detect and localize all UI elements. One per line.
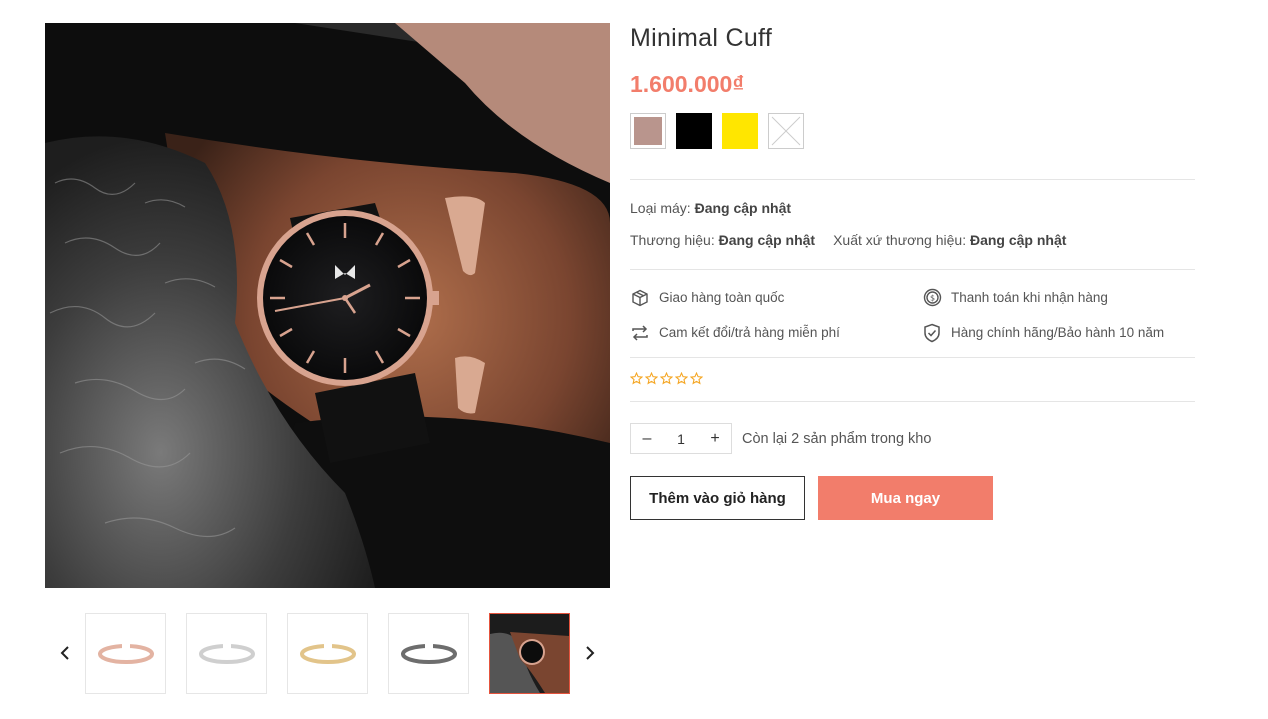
movement-value: Đang cập nhật xyxy=(694,200,792,216)
origin-info: Xuất xứ thương hiệu: Đang cập nhật xyxy=(833,230,1066,250)
policy-label: Hàng chính hãng/Bảo hành 10 năm xyxy=(951,325,1165,340)
thumbnail-silver-cuff[interactable] xyxy=(186,613,267,694)
divider xyxy=(630,357,1195,358)
product-title: Minimal Cuff xyxy=(630,24,773,52)
star-empty-icon xyxy=(675,372,688,385)
movement-info: Loại máy: Đang cập nhật xyxy=(630,198,1195,218)
divider xyxy=(630,269,1195,270)
quantity-stepper: – + xyxy=(630,423,732,454)
quantity-increase-button[interactable]: + xyxy=(699,424,731,453)
thumbnail-rose-gold-cuff[interactable] xyxy=(85,613,166,694)
quantity-decrease-button[interactable]: – xyxy=(631,424,663,453)
quantity-input[interactable] xyxy=(663,424,699,453)
product-price: 1.600.000₫ xyxy=(630,71,745,97)
box-icon xyxy=(630,288,650,308)
thumbnail-wrist-watch[interactable] xyxy=(489,613,570,694)
policy-label: Giao hàng toàn quốc xyxy=(659,290,785,305)
policy-list: Giao hàng toàn quốc $ Thanh toán khi nhậ… xyxy=(630,287,1195,343)
policy-cod: $ Thanh toán khi nhận hàng xyxy=(922,287,1192,308)
divider xyxy=(630,401,1195,402)
wrist-watch-thumb-image xyxy=(490,614,569,693)
quantity-row: – + Còn lại 2 sản phẩm trong kho xyxy=(630,423,1195,454)
policy-shipping: Giao hàng toàn quốc xyxy=(630,287,922,308)
brand-info: Thương hiệu: Đang cập nhật xyxy=(630,230,815,250)
movement-label: Loại máy: xyxy=(630,200,691,216)
star-empty-icon xyxy=(660,372,673,385)
unavailable-cross-icon xyxy=(771,116,801,146)
swatch-black[interactable] xyxy=(676,113,712,149)
svg-text:$: $ xyxy=(929,294,934,303)
coin-icon: $ xyxy=(922,288,942,308)
origin-label: Xuất xứ thương hiệu: xyxy=(833,232,967,248)
thumbnail-gunmetal-cuff[interactable] xyxy=(388,613,469,694)
brand-origin-info: Thương hiệu: Đang cập nhật Xuất xứ thươn… xyxy=(630,230,1195,250)
swatch-yellow[interactable] xyxy=(722,113,758,149)
buy-now-button[interactable]: Mua ngay xyxy=(818,476,993,520)
star-empty-icon xyxy=(630,372,643,385)
purchase-actions: Thêm vào giỏ hàng Mua ngay xyxy=(630,476,1195,520)
thumbnail-strip xyxy=(45,613,610,694)
brand-label: Thương hiệu: xyxy=(630,232,715,248)
rating-stars[interactable] xyxy=(630,372,1195,386)
divider xyxy=(630,179,1195,180)
policy-free-exchange: Cam kết đổi/trả hàng miễn phí xyxy=(630,322,922,343)
star-empty-icon xyxy=(645,372,658,385)
swatch-unavailable[interactable] xyxy=(768,113,804,149)
exchange-icon xyxy=(630,323,650,343)
star-empty-icon xyxy=(690,372,703,385)
chevron-right-icon[interactable] xyxy=(578,641,602,665)
origin-value: Đang cập nhật xyxy=(969,232,1067,248)
stock-status: Còn lại 2 sản phẩm trong kho xyxy=(742,430,932,447)
wrist-watch-photo xyxy=(45,23,610,588)
policy-label: Thanh toán khi nhận hàng xyxy=(951,290,1108,305)
policy-label: Cam kết đổi/trả hàng miễn phí xyxy=(659,325,840,340)
shield-check-icon xyxy=(922,323,942,343)
product-details: Minimal Cuff 1.600.000₫ Loại máy: Đang c… xyxy=(630,23,1195,520)
color-swatches xyxy=(630,113,1195,149)
policy-warranty: Hàng chính hãng/Bảo hành 10 năm xyxy=(922,322,1192,343)
cuff-image xyxy=(97,642,154,664)
cuff-image xyxy=(198,642,255,664)
main-product-image[interactable] xyxy=(45,23,610,588)
thumbnail-gold-cuff[interactable] xyxy=(287,613,368,694)
cuff-image xyxy=(400,642,457,664)
swatch-rose[interactable] xyxy=(630,113,666,149)
chevron-left-icon[interactable] xyxy=(53,641,77,665)
add-to-cart-button[interactable]: Thêm vào giỏ hàng xyxy=(630,476,805,520)
brand-value: Đang cập nhật xyxy=(718,232,816,248)
cuff-image xyxy=(299,642,356,664)
